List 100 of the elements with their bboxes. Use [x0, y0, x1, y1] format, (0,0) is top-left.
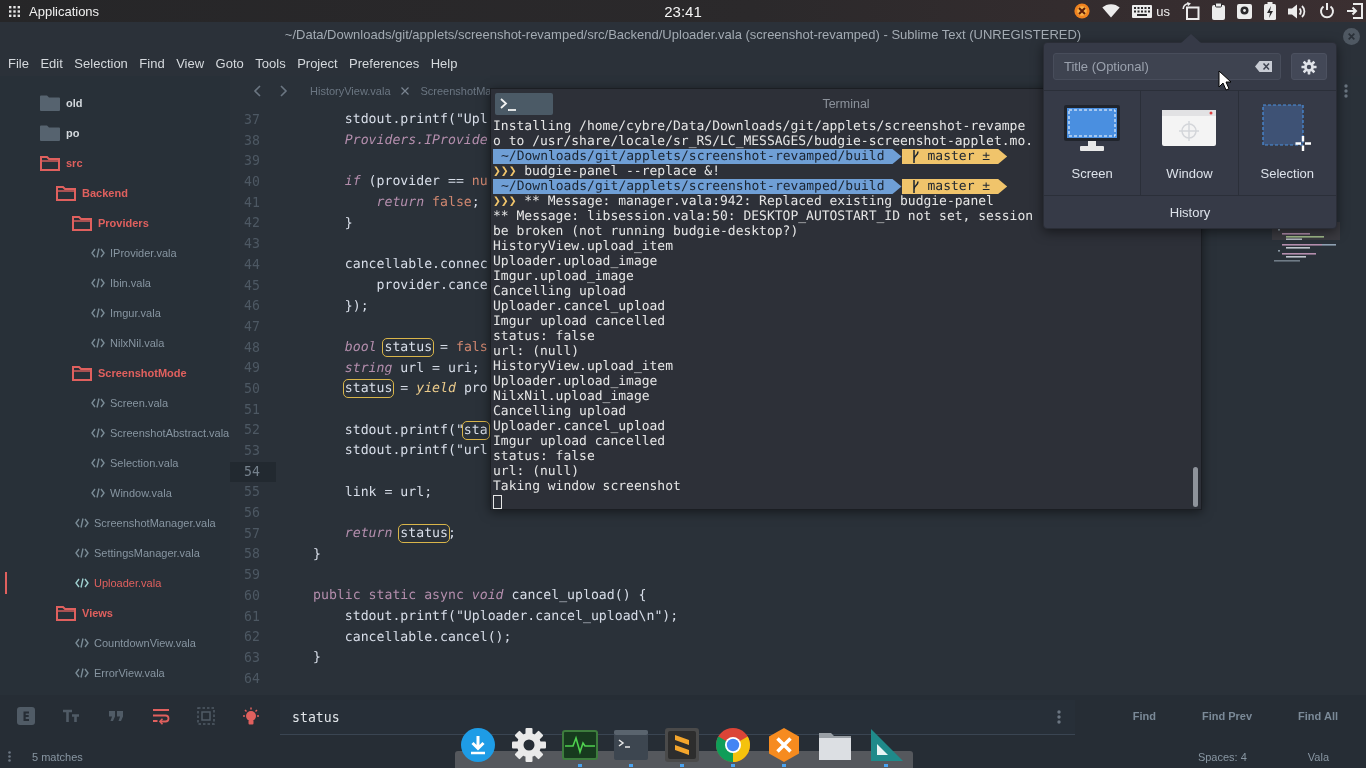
terminal-line: ** Message: libsession.vala:50: DESKTOP_AUTOSTART_ID not set, session — [493, 209, 1034, 224]
hexagon-icon[interactable] — [766, 727, 802, 763]
terminal-line: ** Message: manager.vala:942: Replaced existing budgie-panel — [524, 194, 994, 209]
wrap-icon[interactable] — [152, 707, 170, 725]
crop-frame-icon[interactable] — [1182, 2, 1200, 20]
wifi-icon[interactable] — [1102, 4, 1121, 18]
volume-icon[interactable] — [1288, 3, 1307, 19]
tree-entry[interactable]: Window.vala — [91, 487, 172, 499]
folder-item[interactable]: po — [40, 125, 80, 141]
clipboard-icon[interactable] — [1212, 2, 1225, 20]
terminal-line: Imgur upload cancelled — [493, 434, 666, 449]
tree-entry[interactable]: IProvider.vala — [91, 247, 177, 259]
menu-item[interactable]: Tools — [255, 55, 286, 71]
menu-item[interactable]: Project — [297, 55, 338, 71]
tree-entry[interactable]: CountdownView.vala — [75, 637, 196, 649]
scrollbar-thumb[interactable] — [1193, 467, 1198, 507]
find-input[interactable]: status — [292, 706, 1045, 728]
indentation-setting[interactable]: Spaces: 4 — [1197, 750, 1247, 763]
menu-item[interactable]: Selection — [74, 55, 128, 71]
find-panel-button[interactable]: Find — [1132, 708, 1156, 724]
keyboard-layout[interactable]: us — [1156, 3, 1170, 19]
download-icon[interactable] — [460, 727, 496, 763]
round-logo-icon[interactable] — [715, 727, 751, 763]
terminal-icon[interactable] — [613, 727, 649, 763]
keyboard-icon[interactable] — [1132, 4, 1153, 18]
applications-menu[interactable]: Applications — [29, 3, 100, 19]
terminal-line: Imgur.upload_image — [493, 269, 634, 284]
find-panel-button[interactable]: Find Prev — [1201, 708, 1253, 724]
x-circle-icon[interactable] — [1074, 3, 1091, 19]
code-line: } — [343, 214, 353, 233]
window-title: Terminal — [822, 97, 870, 111]
code-line: stdout.printf("Upl — [343, 111, 488, 130]
tree-entry[interactable]: Uploader.vala — [75, 577, 162, 589]
terminal-line: o to /usr/share/locale/sr_RS/LC_MESSAGES/budgie-screenshot-applet.mo. — [493, 134, 1034, 149]
battery-icon[interactable] — [1264, 2, 1276, 20]
power-icon[interactable] — [1319, 3, 1335, 19]
tree-entry[interactable]: ScreenshotAbstract.vala — [91, 427, 230, 439]
menu-item[interactable]: Edit — [40, 55, 63, 71]
code-tag-icon — [91, 428, 105, 438]
menu-item[interactable]: Preferences — [349, 55, 420, 71]
apps-grid-icon[interactable] — [9, 5, 20, 17]
close-icon[interactable] — [400, 87, 409, 95]
find-panel-button[interactable]: Find All — [1298, 708, 1338, 724]
menu-item[interactable]: Help — [430, 55, 458, 71]
folder-item[interactable]: old — [40, 95, 83, 111]
code-line: }); — [343, 297, 369, 316]
code-tag-icon — [75, 518, 89, 528]
text-cursor — [493, 494, 502, 509]
history-button[interactable]: History — [1044, 196, 1336, 228]
terminal-line: Uploader.cancel_upload — [493, 299, 666, 314]
more-icon[interactable] — [8, 751, 11, 762]
capture-mode-button[interactable]: Window — [1141, 91, 1239, 195]
terminal-line: Cancelling upload — [493, 404, 627, 419]
graph-icon[interactable] — [562, 727, 598, 763]
code-line: public static async void cancel_upload() { — [313, 587, 647, 606]
title-field[interactable]: Title (Optional) — [1053, 53, 1281, 80]
striped-tile-icon[interactable] — [664, 727, 700, 763]
gear-icon[interactable] — [511, 727, 547, 763]
tree-entry[interactable]: SettingsManager.vala — [75, 547, 200, 559]
menu-item[interactable]: File — [8, 55, 29, 71]
logout-icon[interactable] — [1347, 3, 1363, 19]
code-tag-icon — [91, 488, 105, 498]
lightbulb-icon[interactable] — [242, 707, 260, 725]
window-title: ~/Data/Downloads/git/applets/screenshot-revamped/src/Backend/Uploader.vala (screenshot-revamped) - Sublime Text (UNREGISTERED) — [284, 26, 1082, 42]
branch-icon — [911, 150, 920, 163]
tab[interactable]: ScreenshotMa — [420, 85, 492, 97]
code-tag-icon — [75, 548, 89, 558]
terminal-line: status: false — [493, 329, 595, 344]
code-tag-icon — [75, 578, 89, 588]
code-line: link = url; — [343, 483, 433, 502]
more-icon[interactable] — [1057, 710, 1061, 724]
terminal-line: budgie-panel --replace &! — [524, 164, 720, 179]
tree-entry[interactable]: ScreenshotManager.vala — [75, 517, 216, 529]
settings-button[interactable] — [1291, 53, 1327, 80]
tree-entry[interactable]: NilxNil.vala — [91, 337, 165, 349]
folder-item[interactable]: Views — [56, 605, 113, 621]
tree-entry[interactable]: Selection.vala — [91, 457, 179, 469]
line-number: 54 — [230, 461, 276, 483]
code-tag-icon — [75, 668, 89, 678]
folder-item[interactable]: ScreenshotMode — [72, 365, 187, 381]
more-icon[interactable] — [1344, 84, 1348, 98]
tree-entry[interactable]: Ibin.vala — [91, 277, 151, 289]
capture-mode-button[interactable]: Screen — [1044, 91, 1142, 195]
terminal-line: HistoryView.upload_item — [493, 239, 673, 254]
menu-item[interactable]: Goto — [215, 55, 244, 71]
syntax-setting[interactable]: Vala — [1307, 750, 1329, 763]
terminal-line: url: (null) — [493, 344, 580, 359]
prompt-path: ~/Downloads/git/applets/screenshot-revamped/build — [493, 149, 902, 164]
tree-entry[interactable]: Screen.vala — [91, 397, 169, 409]
folder-item[interactable]: Backend — [56, 185, 128, 201]
capture-mode-button[interactable]: Selection — [1238, 91, 1336, 195]
tree-entry[interactable]: Imgur.vala — [91, 307, 161, 319]
menu-item[interactable]: View — [176, 55, 205, 71]
clear-icon[interactable] — [1255, 61, 1272, 72]
folder-item[interactable]: Providers — [72, 215, 149, 231]
monitor-icon — [1064, 105, 1121, 151]
menu-item[interactable]: Find — [139, 55, 165, 71]
tab[interactable]: HistoryView.vala — [310, 85, 409, 97]
folder-item[interactable]: src — [40, 155, 83, 171]
tree-entry[interactable]: ErrorView.vala — [75, 667, 165, 679]
